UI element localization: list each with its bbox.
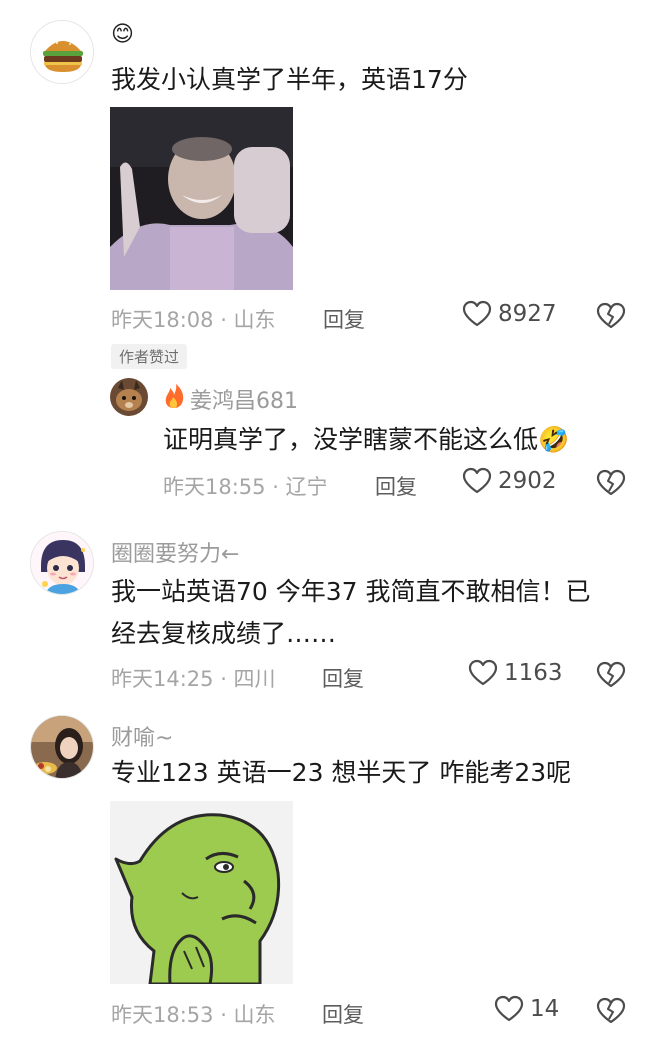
comment-time-location: 昨天14:25 · 四川 [111, 667, 276, 691]
heart-outline-icon [468, 659, 498, 686]
broken-heart-icon [596, 469, 626, 496]
comment-image-laughing-man[interactable] [110, 107, 293, 290]
dislike-button[interactable] [596, 301, 626, 331]
comment-time-location: 昨天18:53 · 山东 [111, 1003, 276, 1027]
fire-icon [163, 383, 185, 413]
dislike-button[interactable] [596, 996, 626, 1026]
comment-text: 我发小认真学了半年，英语17分 [111, 65, 468, 94]
reply-username[interactable]: 姜鸿昌681 [190, 383, 298, 415]
comment-username[interactable]: 圈圈要努力← [111, 536, 239, 568]
comment-text-line2: 经去复核成绩了…… [111, 619, 337, 648]
avatar-burger[interactable] [30, 20, 94, 84]
reply-button[interactable]: 回复 [322, 999, 364, 1029]
avatar-reply-user[interactable] [110, 378, 148, 416]
reply-text-body: 证明真学了，没学瞎蒙不能这么低 [163, 425, 539, 454]
burger-icon [31, 21, 93, 83]
animal-avatar-icon [110, 378, 148, 416]
like-count: 8927 [498, 301, 557, 327]
comment-text-line1: 我一站英语70 今年37 我简直不敢相信！已 [111, 577, 591, 606]
username-emoji: 😊 [111, 22, 134, 47]
heart-outline-icon [494, 995, 524, 1022]
laughing-man-image [110, 107, 293, 290]
woman-photo-icon [31, 716, 93, 778]
broken-heart-icon [596, 661, 626, 688]
heart-outline-icon [462, 467, 492, 494]
reply-dislike-button[interactable] [596, 468, 626, 498]
like-count: 2902 [498, 468, 557, 494]
heart-outline-icon [462, 300, 492, 327]
cartoon-girl-icon [31, 532, 93, 594]
like-count: 1163 [504, 660, 563, 686]
avatar-photo-woman[interactable] [30, 715, 94, 779]
comment-username[interactable]: 财喻~ [111, 720, 173, 752]
avatar-cartoon-girl[interactable] [30, 531, 94, 595]
like-button[interactable]: 8927 [462, 300, 557, 328]
like-count: 14 [530, 996, 560, 1022]
broken-heart-icon [596, 302, 626, 329]
author-liked-badge: 作者赞过 [111, 344, 188, 369]
broken-heart-icon [596, 997, 626, 1024]
reply-button[interactable]: 回复 [323, 304, 365, 334]
reply-button[interactable]: 回复 [322, 663, 364, 693]
reply-time-location: 昨天18:55 · 辽宁 [163, 475, 328, 499]
comment-image-green-goblin-meme[interactable] [110, 801, 293, 984]
comment-time-location: 昨天18:08 · 山东 [111, 308, 276, 332]
green-goblin-meme-image [110, 801, 293, 984]
rofl-emoji: 🤣 [538, 425, 570, 454]
like-button[interactable]: 1163 [468, 659, 563, 687]
like-button[interactable]: 14 [494, 995, 559, 1023]
reply-reply-button[interactable]: 回复 [375, 471, 417, 501]
comment-text: 专业123 英语一23 想半天了 咋能考23呢 [111, 758, 572, 787]
dislike-button[interactable] [596, 660, 626, 690]
reply-like-button[interactable]: 2902 [462, 467, 557, 495]
reply-text: 证明真学了，没学瞎蒙不能这么低🤣 [163, 419, 569, 461]
